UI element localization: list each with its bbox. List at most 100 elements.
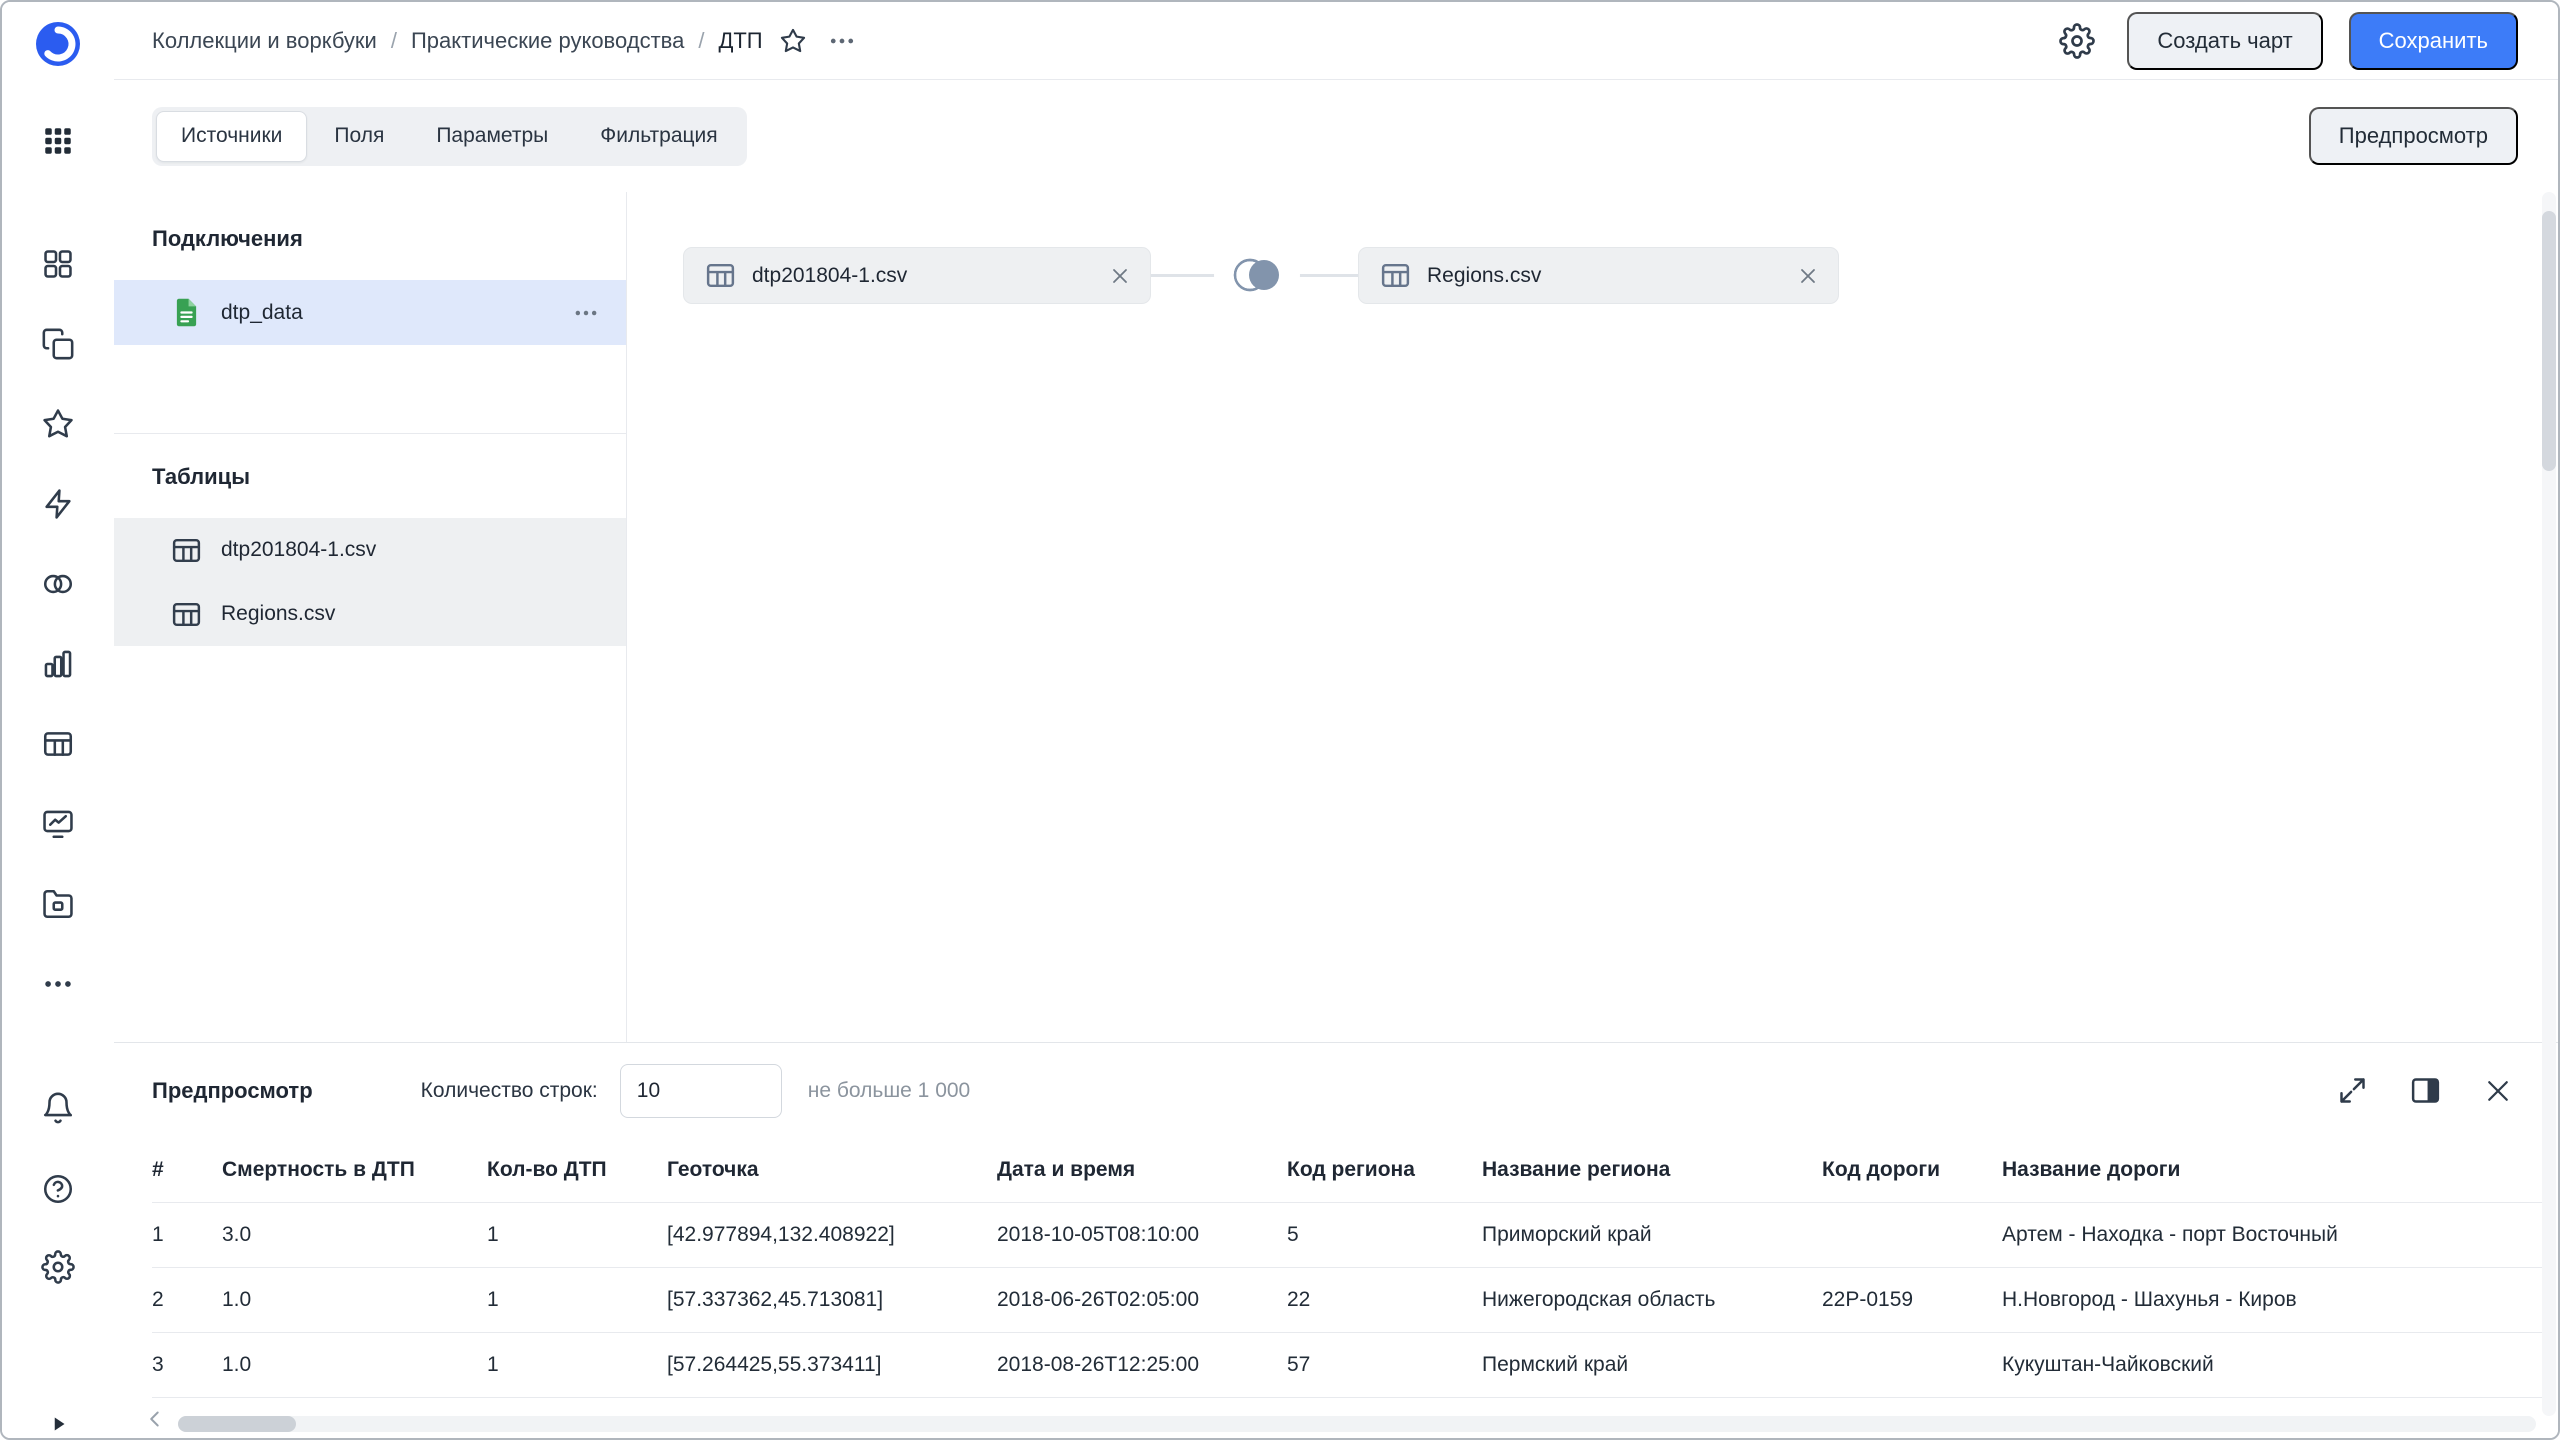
cell: 2 — [152, 1268, 222, 1333]
preview-toggle-button[interactable]: Предпросмотр — [2309, 107, 2518, 165]
chevron-left-icon — [142, 1406, 168, 1432]
cell: Кукуштан-Чайковский — [2002, 1333, 2542, 1398]
bell-icon — [41, 1091, 75, 1125]
ellipsis-icon — [572, 299, 600, 327]
table-item-label: Regions.csv — [221, 602, 335, 626]
horizontal-scrollbar[interactable] — [178, 1416, 2536, 1432]
breadcrumb: Коллекции и воркбуки Практические руково… — [152, 28, 763, 54]
connection-name: dtp_data — [221, 301, 554, 325]
expand-rail-button[interactable] — [34, 1400, 82, 1440]
lightning-icon — [41, 487, 75, 521]
nav-rail — [2, 2, 115, 1438]
connections-title: Подключения — [152, 226, 303, 252]
breadcrumb-collections[interactable]: Коллекции и воркбуки — [152, 28, 377, 54]
connection-more-button[interactable] — [572, 299, 600, 327]
nav-files[interactable] — [34, 880, 82, 928]
notifications-button[interactable] — [34, 1084, 82, 1132]
table-grid-icon — [41, 727, 75, 761]
tiles-icon — [41, 247, 75, 281]
remove-table-button[interactable] — [1796, 264, 1820, 288]
cell: 3.0 — [222, 1203, 487, 1268]
apps-grid-button[interactable] — [34, 117, 82, 165]
settings-button[interactable] — [34, 1243, 82, 1291]
remove-table-button[interactable] — [1108, 264, 1132, 288]
table-row: 2 1.0 1 [57.337362,45.713081] 2018-06-26… — [152, 1268, 2542, 1333]
nav-tables[interactable] — [34, 720, 82, 768]
preview-maximize-button[interactable] — [2332, 1071, 2372, 1111]
cell: 3 — [152, 1333, 222, 1398]
star-icon — [779, 27, 807, 55]
favorite-star-button[interactable] — [779, 27, 807, 55]
linked-circles-icon — [41, 567, 75, 601]
nav-datasets[interactable] — [34, 560, 82, 608]
tab-sources[interactable]: Источники — [156, 111, 307, 162]
gear-icon — [2059, 23, 2095, 59]
column-header: Название дороги — [2002, 1138, 2542, 1203]
more-icon — [41, 967, 75, 1001]
column-header: Смертность в ДТП — [222, 1138, 487, 1203]
join-type-button[interactable] — [1214, 247, 1300, 303]
help-button[interactable] — [34, 1165, 82, 1213]
close-icon — [1796, 264, 1820, 288]
column-header: # — [152, 1138, 222, 1203]
tab-fields[interactable]: Поля — [309, 111, 409, 162]
horizontal-scrollbar-thumb[interactable] — [178, 1416, 296, 1432]
table-row: 1 3.0 1 [42.977894,132.408922] 2018-10-0… — [152, 1203, 2542, 1268]
apps-grid-icon — [41, 124, 75, 158]
preview-split-view-button[interactable] — [2405, 1071, 2445, 1111]
scroll-left-button[interactable] — [142, 1406, 168, 1432]
vertical-scrollbar-thumb[interactable] — [2542, 211, 2556, 471]
sources-side-panel: Подключения dtp_data Таблицы — [114, 192, 627, 1042]
connection-item-dtp-data[interactable]: dtp_data — [114, 280, 626, 345]
cell: 57 — [1287, 1333, 1482, 1398]
save-button[interactable]: Сохранить — [2349, 12, 2518, 70]
nav-favorites[interactable] — [34, 400, 82, 448]
nav-connections[interactable] — [34, 480, 82, 528]
preview-actions — [2332, 1071, 2518, 1111]
nav-monitoring[interactable] — [34, 800, 82, 848]
table-item-dtp201804[interactable]: dtp201804-1.csv — [114, 518, 626, 582]
cell: 1 — [487, 1333, 667, 1398]
cell: 2018-10-05T08:10:00 — [997, 1203, 1287, 1268]
column-header: Код региона — [1287, 1138, 1482, 1203]
canvas-table-node-left[interactable]: dtp201804-1.csv — [683, 247, 1151, 304]
cell: 1 — [487, 1268, 667, 1333]
maximize-icon — [2336, 1074, 2369, 1107]
breadcrumb-current[interactable]: ДТП — [684, 28, 762, 54]
row-count-label: Количество строк: — [421, 1079, 598, 1103]
table-item-regions[interactable]: Regions.csv — [114, 582, 626, 646]
dataset-settings-button[interactable] — [2053, 17, 2101, 65]
canvas-table-node-right[interactable]: Regions.csv — [1358, 247, 1839, 304]
cell: 2018-08-26T12:25:00 — [997, 1333, 1287, 1398]
app-window: Коллекции и воркбуки Практические руково… — [0, 0, 2560, 1440]
cell — [1822, 1333, 2002, 1398]
cell: Артем - Находка - порт Восточный — [2002, 1203, 2542, 1268]
breadcrumb-guides[interactable]: Практические руководства — [377, 28, 684, 54]
vertical-scrollbar[interactable] — [2542, 192, 2556, 1416]
table-icon — [170, 598, 203, 631]
panel-divider — [114, 433, 626, 434]
preview-table-header-row: # Смертность в ДТП Кол-во ДТП Геоточка Д… — [152, 1138, 2542, 1203]
breadcrumb-more-button[interactable] — [827, 26, 857, 56]
join-canvas: dtp201804-1.csv — [627, 192, 2558, 1042]
cell: 1 — [152, 1203, 222, 1268]
bar-chart-icon — [41, 647, 75, 681]
preview-title: Предпросмотр — [152, 1078, 313, 1104]
inner-join-icon — [1221, 252, 1293, 298]
nav-more[interactable] — [34, 960, 82, 1008]
split-view-icon — [2409, 1074, 2442, 1107]
nav-collections[interactable] — [34, 320, 82, 368]
tab-filtering[interactable]: Фильтрация — [575, 111, 742, 162]
nav-dashboards[interactable] — [34, 240, 82, 288]
preview-close-button[interactable] — [2478, 1071, 2518, 1111]
cell: [42.977894,132.408922] — [667, 1203, 997, 1268]
cell: 2018-06-26T02:05:00 — [997, 1268, 1287, 1333]
tab-parameters[interactable]: Параметры — [411, 111, 573, 162]
datalens-logo[interactable] — [34, 20, 82, 68]
tabs-bar: Источники Поля Параметры Фильтрация Пред… — [114, 80, 2558, 192]
nav-charts[interactable] — [34, 640, 82, 688]
cell: 1.0 — [222, 1333, 487, 1398]
create-chart-button[interactable]: Создать чарт — [2127, 12, 2322, 70]
cell: 1.0 — [222, 1268, 487, 1333]
row-count-input[interactable] — [620, 1064, 782, 1118]
